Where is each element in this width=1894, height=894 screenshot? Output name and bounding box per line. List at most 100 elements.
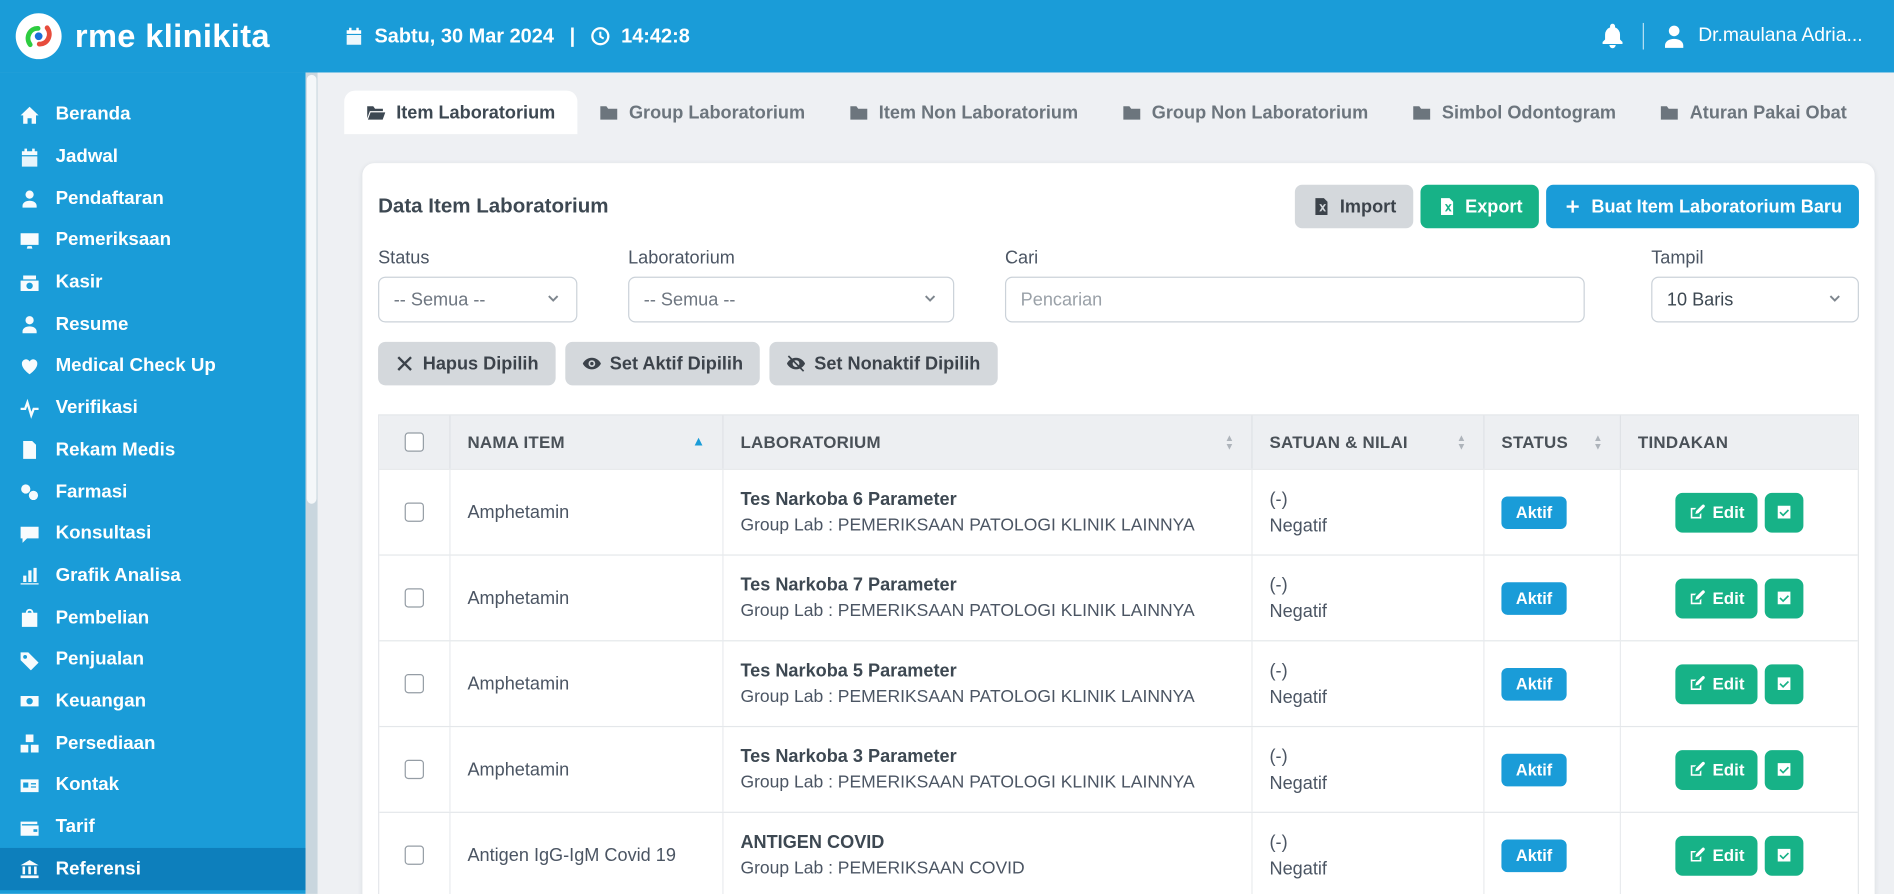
- tab-label: Item Laboratorium: [396, 102, 556, 123]
- edit-button[interactable]: Edit: [1675, 492, 1758, 533]
- tab-label: Item Non Laboratorium: [878, 102, 1079, 123]
- satuan-value: (-): [1269, 745, 1288, 767]
- sidebar-item-konsultasi[interactable]: Konsultasi: [0, 513, 306, 555]
- folder-icon: [599, 103, 618, 122]
- show-rows-label: Tampil: [1651, 247, 1704, 269]
- select-row-button[interactable]: [1765, 577, 1804, 618]
- column-header-satuan-nilai[interactable]: SATUAN & NILAI ▲ ▼: [1251, 415, 1483, 469]
- table-row: Amphetamin Tes Narkoba 3 Parameter Group…: [379, 725, 1858, 812]
- tab-aturan-pakai-obat[interactable]: Aturan Pakai Obat: [1638, 91, 1869, 134]
- sidebar-item-resume[interactable]: Resume: [0, 304, 306, 346]
- sidebar-nav: Beranda Jadwal Pendaftaran Pemeriksaan K…: [0, 72, 306, 891]
- column-header-status[interactable]: STATUS ▲ ▼: [1483, 415, 1619, 469]
- folder-icon: [849, 103, 868, 122]
- edit-button[interactable]: Edit: [1675, 835, 1758, 876]
- sidebar-scrollbar-thumb[interactable]: [306, 74, 317, 504]
- hapus-dipilih-button[interactable]: Hapus Dipilih: [378, 341, 556, 386]
- items-table: NAMA ITEM ▲ LABORATORIUM ▲ ▼ SATUAN & NILAI ▲ ▼…: [378, 414, 1859, 894]
- main-content: Item Laboratorium Group Laboratorium Ite…: [317, 72, 1894, 894]
- sidebar-item-kontak[interactable]: Kontak: [0, 765, 306, 807]
- item-name: Amphetamin: [467, 587, 570, 609]
- folder-icon: [1660, 103, 1679, 122]
- tab-group-non-laboratorium[interactable]: Group Non Laboratorium: [1100, 91, 1390, 134]
- user-menu[interactable]: Dr.maulana Adria...: [1661, 23, 1863, 50]
- search-input[interactable]: [1004, 276, 1585, 323]
- edit-button-label: Edit: [1712, 845, 1745, 865]
- satuan-value: (-): [1269, 488, 1288, 510]
- sidebar-item-medical-check-up[interactable]: Medical Check Up: [0, 346, 306, 388]
- sidebar-item-label: Pembelian: [55, 607, 150, 628]
- edit-button[interactable]: Edit: [1675, 663, 1758, 704]
- calendar-icon: [344, 27, 363, 46]
- create-item-button[interactable]: Buat Item Laboratorium Baru: [1546, 184, 1859, 229]
- row-checkbox[interactable]: [404, 502, 424, 522]
- export-button[interactable]: Export: [1420, 184, 1540, 229]
- notifications-bell-icon[interactable]: [1599, 23, 1626, 50]
- edit-button[interactable]: Edit: [1675, 577, 1758, 618]
- sidebar-item-label: Farmasi: [55, 481, 128, 502]
- sidebar-item-penjualan[interactable]: Penjualan: [0, 639, 306, 681]
- item-name-cell: Antigen IgG-IgM Covid 19: [449, 812, 722, 894]
- cash-icon: [19, 272, 40, 293]
- sidebar-item-farmasi[interactable]: Farmasi: [0, 471, 306, 513]
- sidebar-item-tarif[interactable]: Tarif: [0, 806, 306, 848]
- sidebar-scrollbar[interactable]: [305, 72, 318, 894]
- brand[interactable]: rme klinikita: [0, 12, 318, 60]
- brand-title: rme klinikita: [74, 17, 270, 54]
- set-nonaktif-dipilih-button[interactable]: Set Nonaktif Dipilih: [769, 341, 998, 386]
- sidebar-item-pembelian[interactable]: Pembelian: [0, 597, 306, 639]
- sidebar-item-verifikasi[interactable]: Verifikasi: [0, 388, 306, 430]
- edit-button[interactable]: Edit: [1675, 749, 1758, 790]
- eye-off-icon: [786, 354, 806, 373]
- sidebar-item-label: Verifikasi: [55, 397, 138, 419]
- calendar-icon: [19, 147, 40, 168]
- sidebar-item-pendaftaran[interactable]: Pendaftaran: [0, 178, 306, 220]
- row-checkbox[interactable]: [404, 674, 424, 694]
- tab-item-non-laboratorium[interactable]: Item Non Laboratorium: [827, 91, 1100, 134]
- column-header-laboratorium[interactable]: LABORATORIUM ▲ ▼: [722, 415, 1251, 469]
- tab-item-laboratorium[interactable]: Item Laboratorium: [344, 90, 577, 135]
- import-button[interactable]: Import: [1295, 184, 1414, 229]
- folder-icon: [1122, 103, 1141, 122]
- select-row-button[interactable]: [1765, 663, 1804, 704]
- pencil-icon: [1688, 589, 1705, 606]
- column-header-nama-item[interactable]: NAMA ITEM ▲: [449, 415, 722, 469]
- sidebar-item-label: Rekam Medis: [55, 439, 176, 461]
- create-item-button-label: Buat Item Laboratorium Baru: [1591, 196, 1843, 217]
- row-checkbox[interactable]: [404, 588, 424, 608]
- pencil-icon: [1688, 675, 1705, 692]
- sidebar-item-rekam-medis[interactable]: Rekam Medis: [0, 429, 306, 471]
- sidebar-item-kasir[interactable]: Kasir: [0, 262, 306, 304]
- select-row-button[interactable]: [1765, 749, 1804, 790]
- laboratorium-filter-select[interactable]: -- Semua --: [628, 276, 955, 323]
- status-cell: Aktif: [1483, 727, 1619, 812]
- select-all-checkbox[interactable]: [404, 432, 424, 452]
- row-checkbox[interactable]: [404, 759, 424, 780]
- folder-open-icon: [366, 103, 386, 122]
- row-checkbox[interactable]: [404, 845, 424, 865]
- select-row-button[interactable]: [1765, 492, 1804, 533]
- sidebar-item-jadwal[interactable]: Jadwal: [0, 136, 306, 178]
- sort-icon: ▲ ▼: [1593, 432, 1603, 452]
- tab-simbol-odontogram[interactable]: Simbol Odontogram: [1390, 91, 1638, 134]
- chevron-down-icon: [1826, 291, 1843, 308]
- sidebar-item-grafik-analisa[interactable]: Grafik Analisa: [0, 555, 306, 597]
- sidebar-item-pemeriksaan[interactable]: Pemeriksaan: [0, 220, 306, 262]
- sidebar-item-keuangan[interactable]: Keuangan: [0, 681, 306, 723]
- sidebar-item-referensi[interactable]: Referensi: [0, 848, 306, 891]
- status-filter-select[interactable]: -- Semua --: [378, 276, 578, 323]
- status-badge: Aktif: [1501, 581, 1567, 615]
- sidebar-item-persediaan[interactable]: Persediaan: [0, 723, 306, 765]
- status-cell: Aktif: [1483, 469, 1619, 555]
- show-rows-select[interactable]: 10 Baris: [1651, 276, 1859, 323]
- item-name: Antigen IgG-IgM Covid 19: [467, 844, 676, 866]
- select-row-button[interactable]: [1765, 835, 1804, 876]
- sort-icon: ▲ ▼: [1456, 432, 1467, 452]
- top-bar: rme klinikita Sabtu, 30 Mar 2024 | 14:42…: [0, 0, 1894, 73]
- set-aktif-dipilih-button[interactable]: Set Aktif Dipilih: [565, 341, 760, 386]
- pencil-icon: [1688, 761, 1705, 778]
- status-cell: Aktif: [1483, 555, 1619, 641]
- sidebar-item-beranda[interactable]: Beranda: [0, 94, 306, 136]
- tab-group-laboratorium[interactable]: Group Laboratorium: [577, 91, 827, 134]
- monitor-icon: [19, 231, 40, 252]
